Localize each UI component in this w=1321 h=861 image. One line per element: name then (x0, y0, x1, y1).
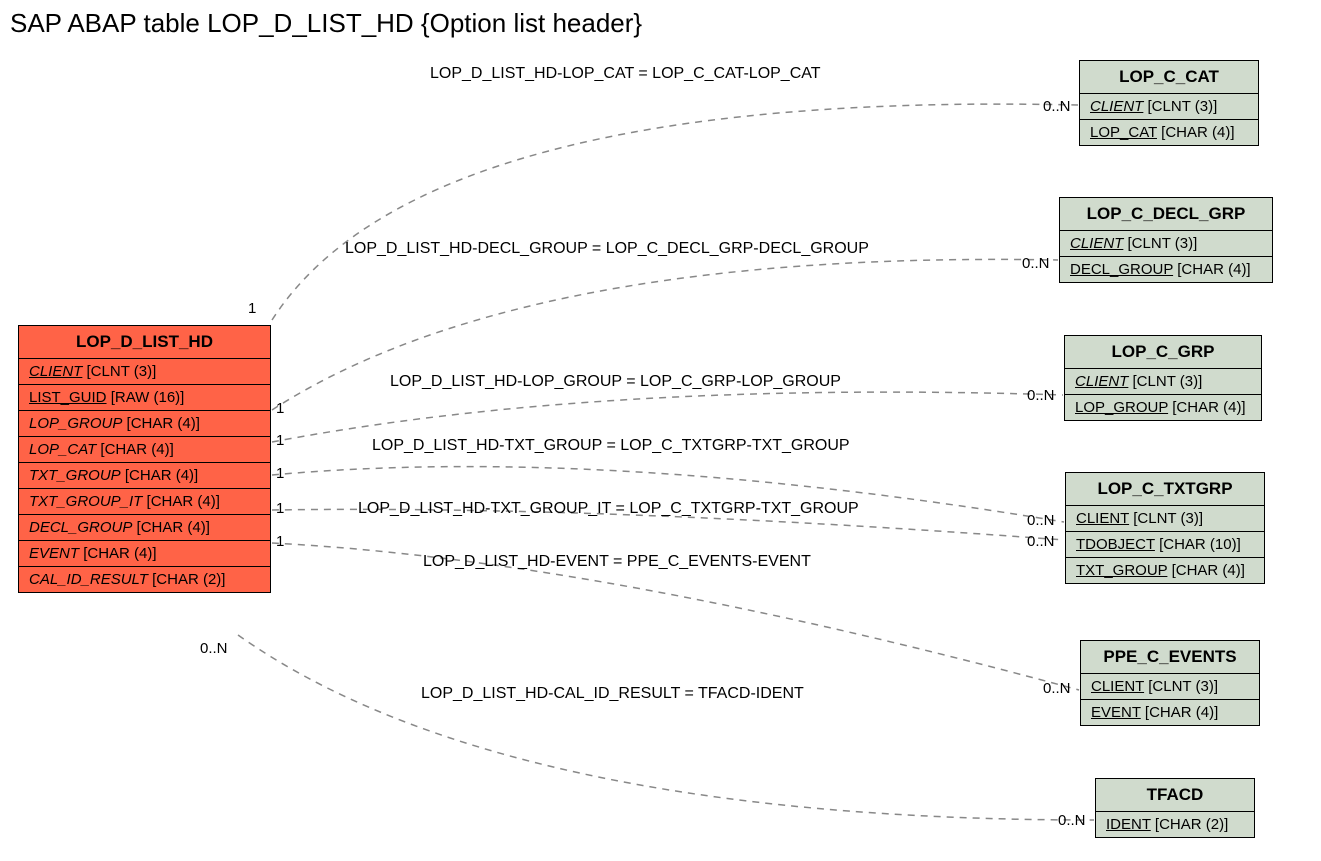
entity-field: LOP_GROUP [CHAR (4)] (1065, 395, 1261, 420)
entity-field: LIST_GUID [RAW (16)] (19, 385, 270, 411)
entity-lop-c-txtgrp: LOP_C_TXTGRP CLIENT [CLNT (3)] TDOBJECT … (1065, 472, 1265, 584)
cardinality-label: 0..N (200, 640, 228, 657)
cardinality-label: 0..N (1058, 812, 1086, 829)
entity-field: TDOBJECT [CHAR (10)] (1066, 532, 1264, 558)
cardinality-label: 1 (276, 400, 284, 417)
cardinality-label: 1 (276, 465, 284, 482)
entity-field: LOP_CAT [CHAR (4)] (19, 437, 270, 463)
relationship-label: LOP_D_LIST_HD-DECL_GROUP = LOP_C_DECL_GR… (345, 240, 869, 258)
entity-main-header: LOP_D_LIST_HD (19, 326, 270, 359)
entity-field: DECL_GROUP [CHAR (4)] (1060, 257, 1272, 282)
entity-header: LOP_C_TXTGRP (1066, 473, 1264, 506)
cardinality-label: 0..N (1027, 387, 1055, 404)
entity-field: LOP_CAT [CHAR (4)] (1080, 120, 1258, 145)
relationship-label: LOP_D_LIST_HD-EVENT = PPE_C_EVENTS-EVENT (423, 553, 811, 571)
relationship-label: LOP_D_LIST_HD-TXT_GROUP_IT = LOP_C_TXTGR… (358, 500, 859, 518)
entity-field: CLIENT [CLNT (3)] (1060, 231, 1272, 257)
entity-field: IDENT [CHAR (2)] (1096, 812, 1254, 837)
page-title: SAP ABAP table LOP_D_LIST_HD {Option lis… (10, 8, 642, 39)
cardinality-label: 0..N (1022, 255, 1050, 272)
entity-lop-c-cat: LOP_C_CAT CLIENT [CLNT (3)] LOP_CAT [CHA… (1079, 60, 1259, 146)
entity-field: EVENT [CHAR (4)] (19, 541, 270, 567)
entity-tfacd: TFACD IDENT [CHAR (2)] (1095, 778, 1255, 838)
entity-field: CLIENT [CLNT (3)] (1066, 506, 1264, 532)
entity-field: CLIENT [CLNT (3)] (1065, 369, 1261, 395)
relationship-label: LOP_D_LIST_HD-CAL_ID_RESULT = TFACD-IDEN… (421, 685, 804, 703)
cardinality-label: 0..N (1027, 512, 1055, 529)
entity-header: LOP_C_CAT (1080, 61, 1258, 94)
relationship-label: LOP_D_LIST_HD-LOP_CAT = LOP_C_CAT-LOP_CA… (430, 65, 821, 83)
entity-field: CLIENT [CLNT (3)] (1080, 94, 1258, 120)
entity-field: TXT_GROUP [CHAR (4)] (1066, 558, 1264, 583)
entity-field: TXT_GROUP_IT [CHAR (4)] (19, 489, 270, 515)
entity-field: LOP_GROUP [CHAR (4)] (19, 411, 270, 437)
cardinality-label: 0..N (1043, 680, 1071, 697)
relationship-label: LOP_D_LIST_HD-TXT_GROUP = LOP_C_TXTGRP-T… (372, 437, 850, 455)
cardinality-label: 0..N (1043, 98, 1071, 115)
entity-field: CAL_ID_RESULT [CHAR (2)] (19, 567, 270, 592)
entity-header: TFACD (1096, 779, 1254, 812)
entity-lop-c-decl-grp: LOP_C_DECL_GRP CLIENT [CLNT (3)] DECL_GR… (1059, 197, 1273, 283)
relationship-label: LOP_D_LIST_HD-LOP_GROUP = LOP_C_GRP-LOP_… (390, 373, 841, 391)
cardinality-label: 1 (276, 533, 284, 550)
entity-field: TXT_GROUP [CHAR (4)] (19, 463, 270, 489)
entity-ppe-c-events: PPE_C_EVENTS CLIENT [CLNT (3)] EVENT [CH… (1080, 640, 1260, 726)
cardinality-label: 1 (276, 500, 284, 517)
cardinality-label: 1 (248, 300, 256, 317)
entity-field: DECL_GROUP [CHAR (4)] (19, 515, 270, 541)
cardinality-label: 1 (276, 432, 284, 449)
entity-header: LOP_C_DECL_GRP (1060, 198, 1272, 231)
entity-field: CLIENT [CLNT (3)] (19, 359, 270, 385)
entity-field: CLIENT [CLNT (3)] (1081, 674, 1259, 700)
entity-header: PPE_C_EVENTS (1081, 641, 1259, 674)
cardinality-label: 0..N (1027, 533, 1055, 550)
entity-main: LOP_D_LIST_HD CLIENT [CLNT (3)] LIST_GUI… (18, 325, 271, 593)
entity-header: LOP_C_GRP (1065, 336, 1261, 369)
entity-field: EVENT [CHAR (4)] (1081, 700, 1259, 725)
entity-lop-c-grp: LOP_C_GRP CLIENT [CLNT (3)] LOP_GROUP [C… (1064, 335, 1262, 421)
